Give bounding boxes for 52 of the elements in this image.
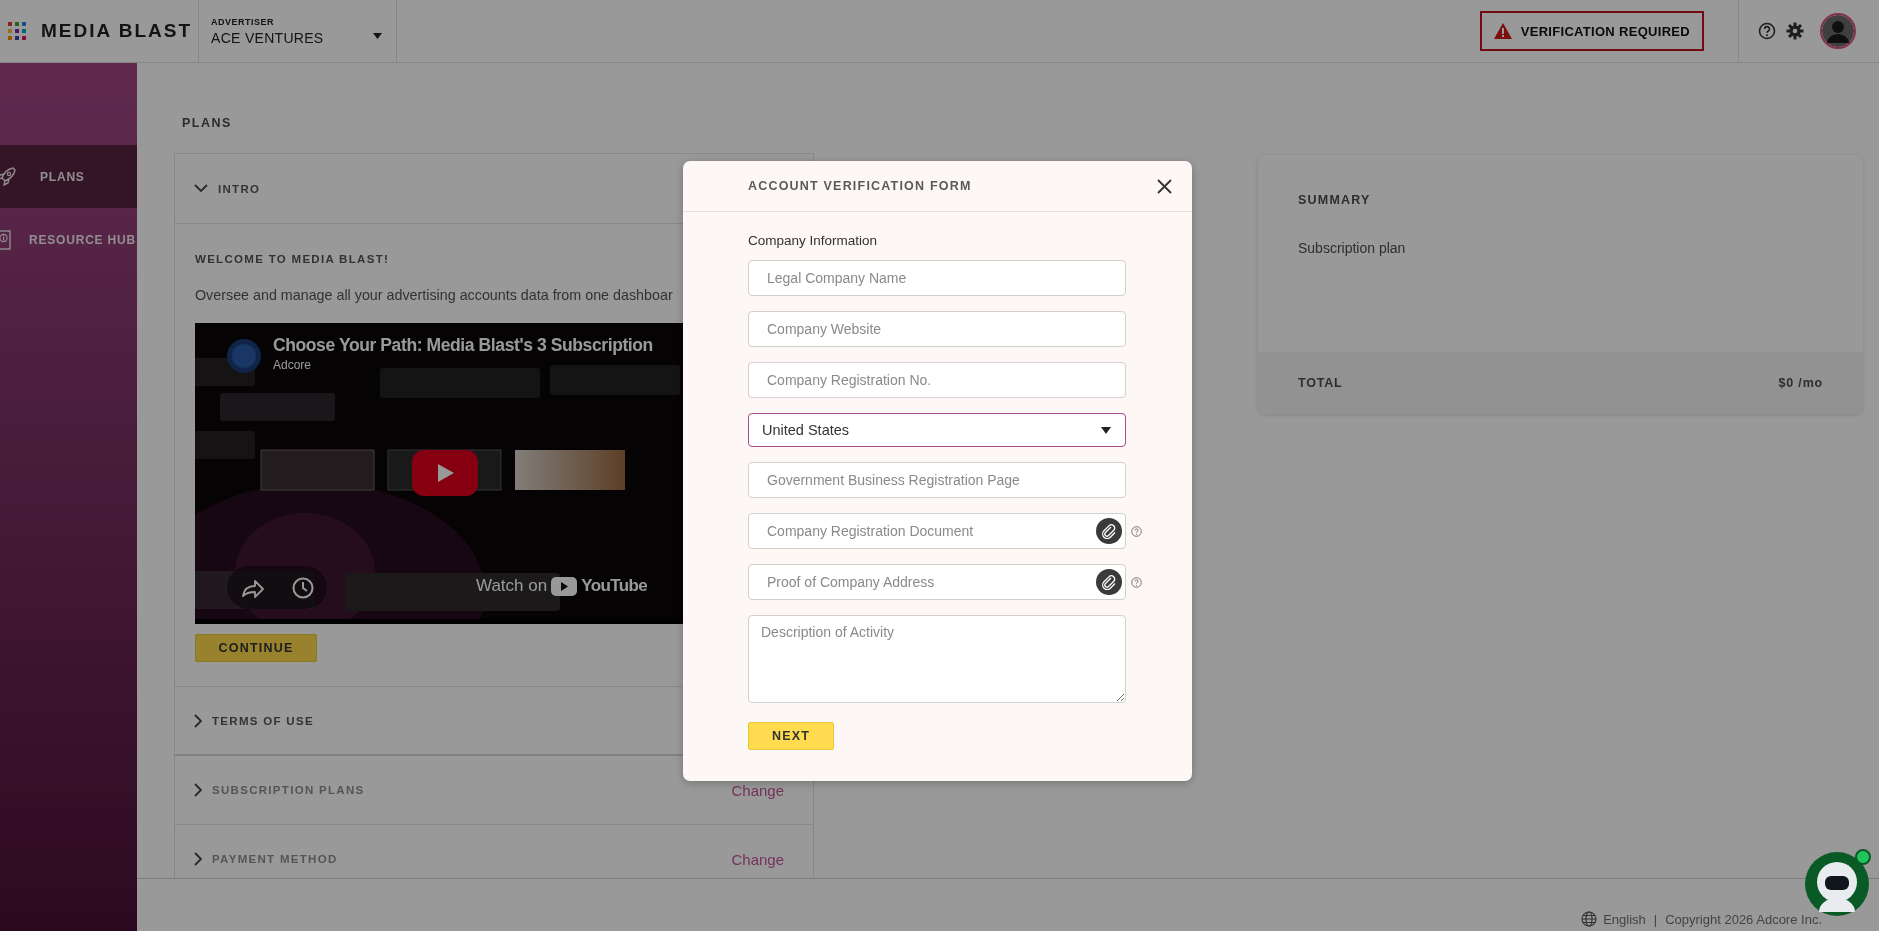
warning-icon (1493, 23, 1512, 39)
advertiser-dropdown[interactable]: ADVERTISER ACE VENTURES (198, 0, 397, 62)
video-title: Choose Your Path: Media Blast's 3 Subscription (273, 335, 653, 356)
help-icon[interactable] (1131, 525, 1142, 537)
file-field[interactable]: Company Registration Document (748, 513, 1126, 549)
help-icon[interactable] (1758, 22, 1776, 40)
next-button[interactable]: NEXT (748, 722, 834, 750)
footer-separator: | (1653, 912, 1658, 927)
sidebar-item[interactable]: RESOURCE HUB (0, 208, 137, 271)
brand-name: MEDIA BLAST (41, 20, 194, 42)
app-grid-icon (8, 22, 26, 40)
copyright-text: Copyright 2026 Adcore Inc. (1665, 912, 1822, 927)
text-field[interactable]: Company Website (748, 311, 1126, 347)
verification-required-button[interactable]: VERIFICATION REQUIRED (1479, 11, 1704, 51)
description-field[interactable]: Description of Activity (748, 615, 1126, 703)
summary-title: SUMMARY (1298, 193, 1372, 207)
caret-icon (1101, 426, 1111, 434)
play-button[interactable] (412, 450, 478, 496)
channel-avatar (227, 339, 261, 373)
help-icon[interactable] (1131, 576, 1142, 588)
section-title[interactable]: TERMS OF USE (212, 714, 314, 727)
user-avatar[interactable] (1820, 13, 1856, 49)
total-label: TOTAL (1298, 376, 1343, 390)
sidebar-item[interactable]: PLANS (0, 145, 137, 208)
info-book-icon (0, 229, 11, 250)
chevron-down-icon[interactable] (194, 184, 208, 193)
summary-row-label: Subscription plan (1298, 240, 1407, 256)
country-select[interactable]: United States (748, 413, 1126, 447)
language-selector[interactable]: English (1581, 911, 1646, 927)
text-field[interactable]: Company Registration No. (748, 362, 1126, 398)
close-button[interactable] (1157, 178, 1172, 194)
paperclip-icon (1101, 574, 1117, 590)
chevron-right-icon[interactable] (194, 713, 202, 728)
rocket-icon (0, 166, 16, 187)
continue-button[interactable]: CONTINUE (195, 634, 317, 662)
settings-icon[interactable] (1786, 22, 1804, 40)
section-title[interactable]: INTRO (218, 182, 261, 195)
welcome-heading: WELCOME TO MEDIA BLAST! (195, 253, 391, 265)
globe-icon (1581, 911, 1598, 927)
page-title: PLANS (182, 116, 233, 132)
total-value: $0 /mo (1778, 376, 1823, 390)
intro-text: Oversee and manage all your advertising accounts data from one dashboar (195, 287, 674, 303)
clock-icon[interactable] (290, 575, 315, 600)
watch-on-youtube-link[interactable]: Watch on YouTube (476, 576, 648, 596)
channel-name: Adcore (273, 358, 312, 372)
text-field[interactable]: Government Business Registration Page (748, 462, 1126, 498)
dialog-title: ACCOUNT VERIFICATION FORM (748, 179, 973, 193)
caret-icon (373, 33, 382, 39)
text-field[interactable]: Legal Company Name (748, 260, 1126, 296)
section-heading: Company Information (748, 233, 879, 248)
paperclip-icon (1101, 523, 1117, 539)
file-field[interactable]: Proof of Company Address (748, 564, 1126, 600)
